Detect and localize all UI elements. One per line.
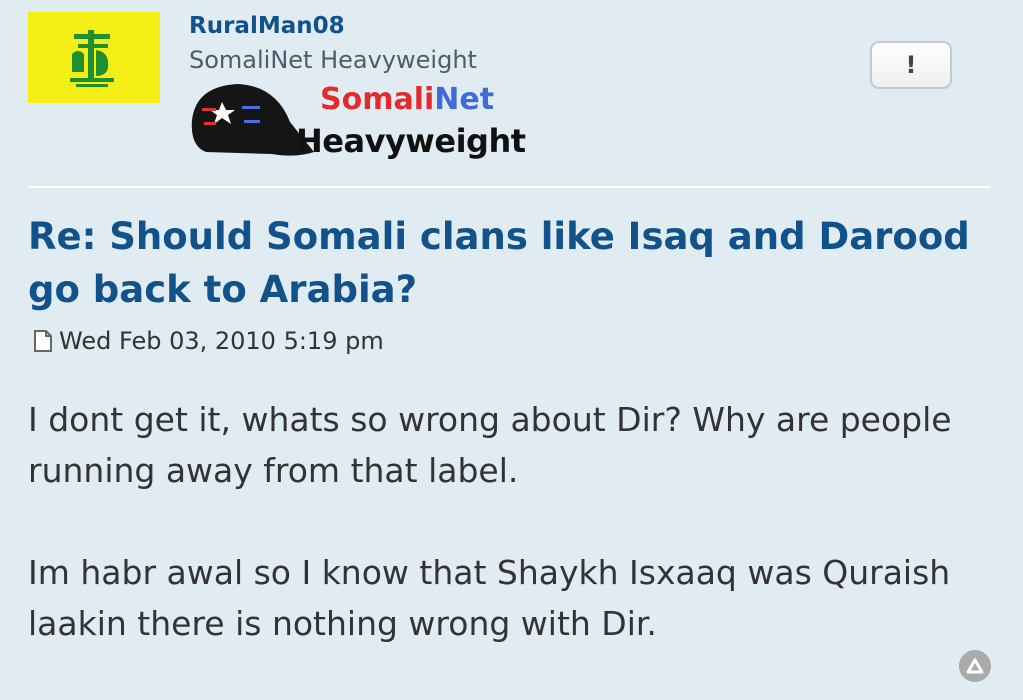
post-title[interactable]: Re: Should Somali clans like Isaq and Da…	[28, 210, 988, 316]
rank-brand-net: Net	[434, 82, 495, 117]
flag-emblem-icon	[70, 30, 114, 87]
arrow-up-icon	[966, 658, 984, 674]
divider	[28, 186, 990, 188]
user-rank-title: SomaliNet Heavyweight	[189, 46, 477, 74]
post-document-icon	[34, 330, 52, 352]
back-to-top-button[interactable]	[959, 650, 991, 682]
post-content: I dont get it, whats so wrong about Dir?…	[28, 394, 988, 700]
post-paragraph: Im habr awal so I know that Shaykh Isxaa…	[28, 553, 951, 643]
rank-level-text: Heavyweight	[296, 122, 526, 160]
rank-brand-somali: Somali	[320, 82, 435, 117]
username-link[interactable]: RuralMan08	[189, 13, 345, 39]
post-meta: Wed Feb 03, 2010 5:19 pm	[33, 327, 384, 355]
post-paragraph: I dont get it, whats so wrong about Dir?…	[28, 400, 952, 490]
rank-brand-text: SomaliNet	[320, 82, 494, 117]
rank-badge-image: SomaliNet Heavyweight	[186, 80, 526, 168]
report-button[interactable]: !	[870, 41, 952, 89]
post-timestamp: Wed Feb 03, 2010 5:19 pm	[59, 327, 384, 355]
user-avatar[interactable]	[28, 12, 160, 103]
